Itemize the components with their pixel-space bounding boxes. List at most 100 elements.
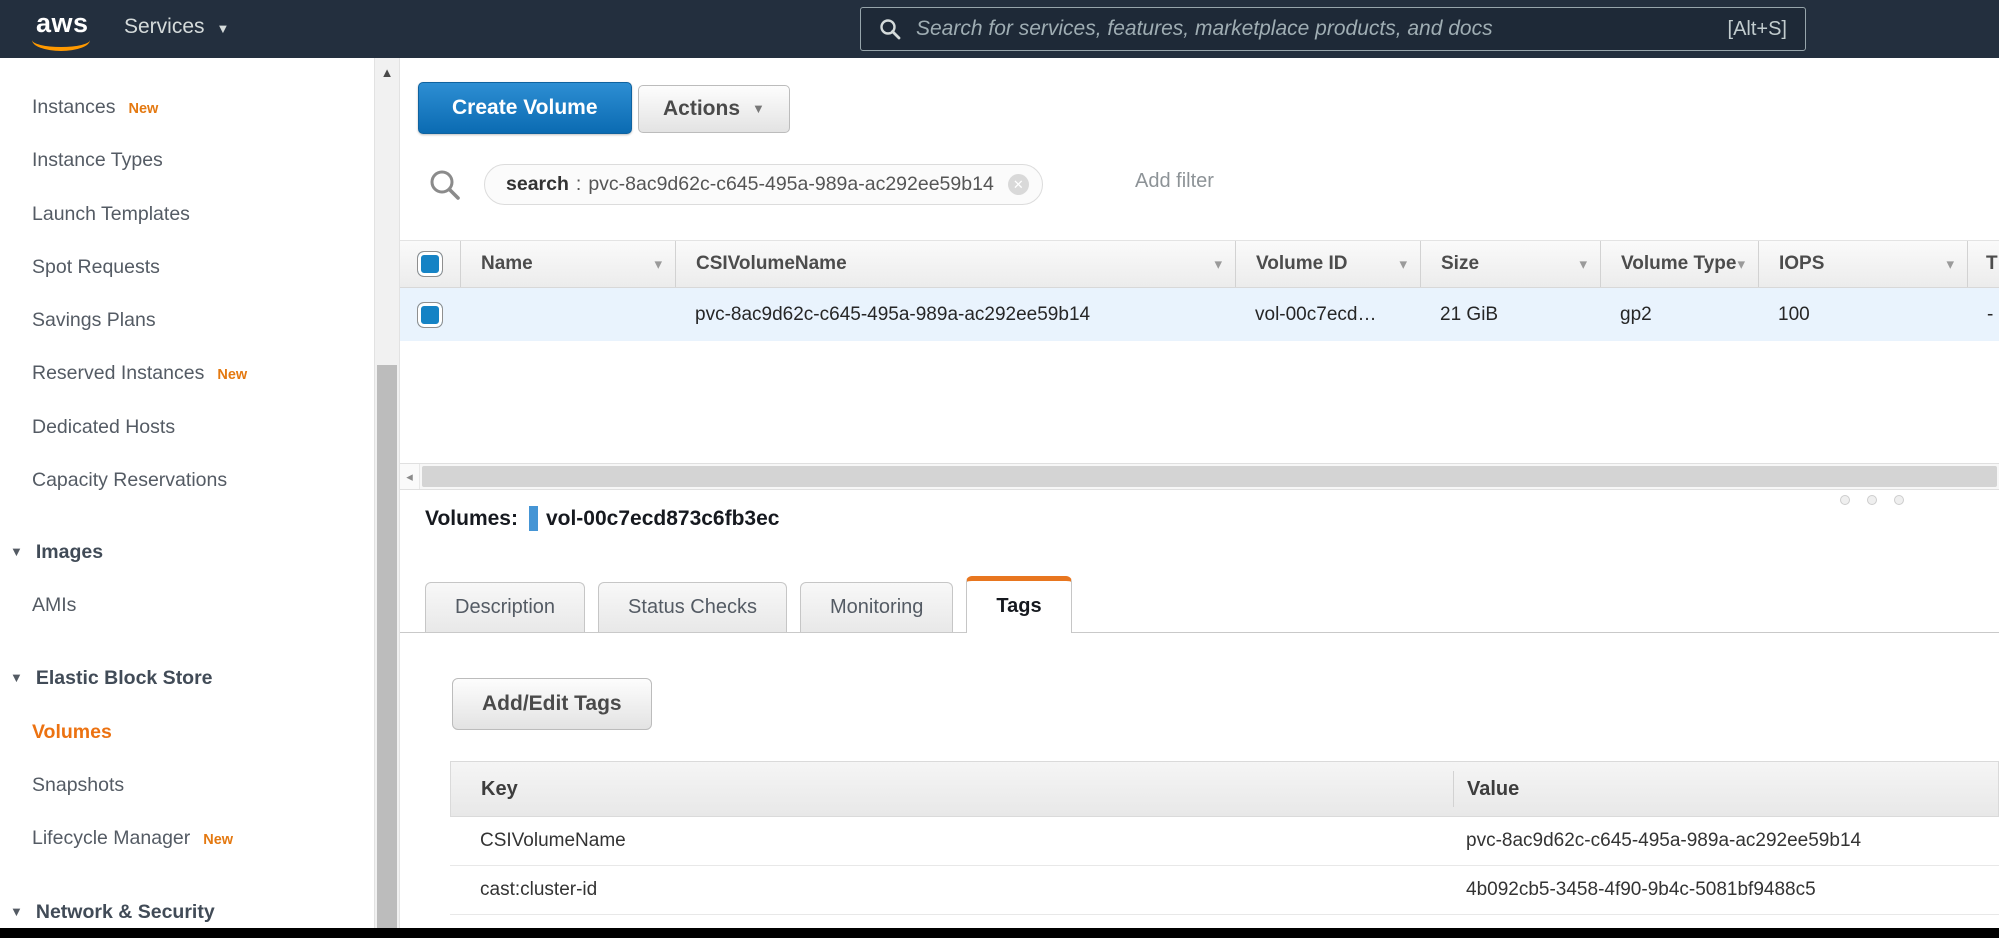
detail-pane-title: Volumes: vol-00c7ecd873c6fb3ec: [425, 506, 779, 531]
search-icon: [879, 18, 901, 40]
tag-row: cast:cluster-id 4b092cb5-3458-4f90-9b4c-…: [450, 866, 1999, 915]
services-menu[interactable]: Services ▼: [124, 15, 229, 39]
aws-logo[interactable]: aws: [36, 8, 89, 39]
tag-row: CSIVolumeName pvc-8ac9d62c-c645-495a-989…: [450, 817, 1999, 866]
column-header-throughput-truncated[interactable]: T: [1967, 241, 1999, 287]
select-all-cell: [400, 241, 460, 287]
column-header-name[interactable]: Name▾: [460, 241, 675, 287]
tags-table: Key Value CSIVolumeName pvc-8ac9d62c-c64…: [450, 761, 1999, 915]
vertical-scrollbar-thumb[interactable]: [377, 365, 397, 938]
sidebar-item-lifecycle-manager[interactable]: Lifecycle ManagerNew: [32, 827, 233, 850]
sidebar-item-amis[interactable]: AMIs: [32, 594, 76, 617]
search-shortcut-hint: [Alt+S]: [1728, 18, 1787, 41]
sidebar-section-elastic-block-store[interactable]: ▼Elastic Block Store: [10, 667, 213, 690]
create-volume-button[interactable]: Create Volume: [418, 82, 632, 134]
tags-column-key: Key: [451, 762, 1453, 816]
cell-csivolumename: pvc-8ac9d62c-c645-495a-989a-ac292ee59b14: [675, 288, 1235, 341]
sidebar-item-volumes[interactable]: Volumes: [32, 721, 112, 744]
select-all-checkbox[interactable]: [417, 251, 443, 277]
add-filter-input[interactable]: Add filter: [1135, 170, 1214, 193]
new-badge: New: [203, 832, 233, 848]
chevron-down-icon: ▼: [217, 18, 230, 36]
sort-icon: ▾: [1399, 255, 1407, 273]
aws-console-window: aws Services ▼ Search for services, feat…: [0, 0, 1999, 938]
column-header-csivolumename[interactable]: CSIVolumeName▾: [675, 241, 1235, 287]
scroll-left-arrow-icon[interactable]: ◂: [400, 464, 420, 489]
chevron-down-icon: ▼: [752, 101, 765, 116]
volumes-table-header: Name▾ CSIVolumeName▾ Volume ID▾ Size▾ Vo…: [400, 240, 1999, 288]
column-header-size[interactable]: Size▾: [1420, 241, 1600, 287]
detail-volume-id: vol-00c7ecd873c6fb3ec: [546, 507, 780, 531]
sort-icon: ▾: [1946, 255, 1954, 273]
sidebar-item-instance-types[interactable]: Instance Types: [32, 149, 163, 172]
sidebar-item-spot-requests[interactable]: Spot Requests: [32, 256, 160, 279]
sidebar-item-snapshots[interactable]: Snapshots: [32, 774, 124, 797]
tab-description[interactable]: Description: [425, 582, 585, 632]
tab-tags[interactable]: Tags: [966, 576, 1071, 633]
triangle-down-icon: ▼: [10, 904, 23, 919]
sidebar-item-savings-plans[interactable]: Savings Plans: [32, 309, 156, 332]
sidebar-item-launch-templates[interactable]: Launch Templates: [32, 203, 190, 226]
detail-tabs: Description Status Checks Monitoring Tag…: [400, 576, 1999, 633]
tab-monitoring[interactable]: Monitoring: [800, 582, 953, 632]
remove-filter-icon[interactable]: ✕: [1008, 174, 1029, 195]
search-icon: [428, 168, 462, 202]
tag-key: cast:cluster-id: [450, 879, 1452, 901]
tag-value: pvc-8ac9d62c-c645-495a-989a-ac292ee59b14: [1452, 830, 1999, 852]
cell-size: 21 GiB: [1420, 288, 1600, 341]
aws-logo-swoosh-icon: [32, 40, 90, 51]
sidebar-item-capacity-reservations[interactable]: Capacity Reservations: [32, 469, 227, 492]
cell-volume-id: vol-00c7ecd…: [1235, 288, 1420, 341]
sort-icon: ▾: [654, 255, 662, 273]
detail-title-prefix: Volumes:: [425, 507, 518, 531]
triangle-down-icon: ▼: [10, 670, 23, 685]
tab-status-checks[interactable]: Status Checks: [598, 582, 787, 632]
top-navigation-bar: aws Services ▼ Search for services, feat…: [0, 0, 1999, 58]
window-bottom-edge: [0, 928, 1999, 938]
sidebar-section-images[interactable]: ▼Images: [10, 541, 103, 564]
cell-throughput: -: [1967, 288, 1999, 341]
resize-dot-icon: [1840, 495, 1850, 505]
global-search-placeholder: Search for services, features, marketpla…: [916, 17, 1728, 41]
filter-bar: search : pvc-8ac9d62c-c645-495a-989a-ac2…: [400, 156, 1999, 214]
actions-button[interactable]: Actions▼: [638, 85, 790, 133]
scroll-up-arrow-icon[interactable]: ▲: [375, 65, 399, 80]
cell-volume-type: gp2: [1600, 288, 1758, 341]
sort-icon: ▾: [1579, 255, 1587, 273]
sidebar-section-network-security[interactable]: ▼Network & Security: [10, 901, 215, 924]
sidebar: InstancesNew Instance Types Launch Templ…: [0, 58, 374, 938]
selection-cursor-bar: [529, 506, 538, 531]
main-content: Create Volume Actions▼ search : pvc-8ac9…: [400, 58, 1999, 938]
resize-dot-icon: [1894, 495, 1904, 505]
volume-table-row[interactable]: pvc-8ac9d62c-c645-495a-989a-ac292ee59b14…: [400, 288, 1999, 341]
resize-dot-icon: [1867, 495, 1877, 505]
triangle-down-icon: ▼: [10, 544, 23, 559]
column-header-volume-id[interactable]: Volume ID▾: [1235, 241, 1420, 287]
sidebar-item-dedicated-hosts[interactable]: Dedicated Hosts: [32, 416, 175, 439]
add-edit-tags-button[interactable]: Add/Edit Tags: [452, 678, 652, 730]
pane-resize-handle[interactable]: [1840, 495, 1904, 505]
filter-tag-value: pvc-8ac9d62c-c645-495a-989a-ac292ee59b14: [588, 173, 993, 196]
column-header-iops[interactable]: IOPS▾: [1758, 241, 1967, 287]
tags-column-value: Value: [1453, 762, 1998, 816]
tag-value: 4b092cb5-3458-4f90-9b4c-5081bf9488c5: [1452, 879, 1999, 901]
sort-icon: ▾: [1737, 255, 1745, 273]
services-menu-label: Services: [124, 15, 205, 39]
horizontal-scrollbar[interactable]: ◂: [400, 463, 1999, 490]
sidebar-item-instances[interactable]: InstancesNew: [32, 96, 158, 119]
filter-tag[interactable]: search : pvc-8ac9d62c-c645-495a-989a-ac2…: [484, 164, 1043, 205]
filter-tag-key: search: [506, 173, 569, 196]
row-checkbox[interactable]: [417, 302, 443, 328]
sort-icon: ▾: [1214, 255, 1222, 273]
tag-key: CSIVolumeName: [450, 830, 1452, 852]
global-search-input[interactable]: Search for services, features, marketpla…: [860, 7, 1806, 51]
new-badge: New: [128, 101, 158, 117]
sidebar-item-reserved-instances[interactable]: Reserved InstancesNew: [32, 362, 247, 385]
column-header-volume-type[interactable]: Volume Type▾: [1600, 241, 1758, 287]
cell-iops: 100: [1758, 288, 1967, 341]
new-badge: New: [217, 367, 247, 383]
tags-table-header: Key Value: [450, 761, 1999, 817]
horizontal-scrollbar-thumb[interactable]: [422, 466, 1997, 487]
cell-name: [460, 288, 675, 341]
vertical-scrollbar[interactable]: ▲: [374, 58, 400, 938]
